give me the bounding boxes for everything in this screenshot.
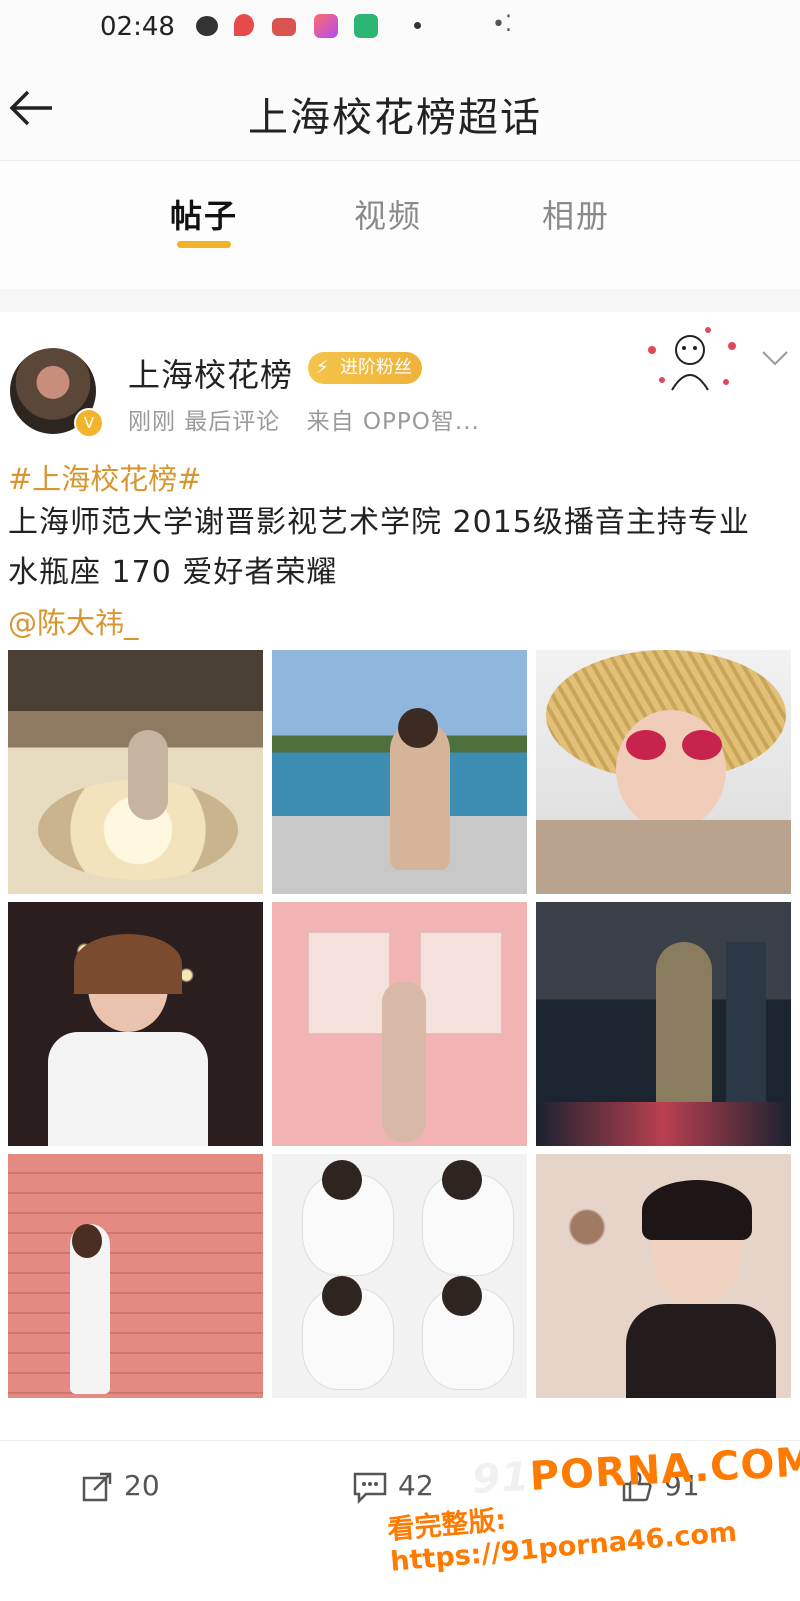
bolt-icon: ⚡ (316, 357, 329, 378)
photo-pink-wall[interactable] (272, 902, 527, 1146)
post-body: 上海师范大学谢晋影视艺术学院 2015级播音主持专业 水瓶座 170 爱好者荣耀 (8, 505, 750, 590)
app-icon (272, 18, 296, 36)
message-app-icon (354, 14, 378, 38)
tab-videos[interactable]: 视频 (354, 191, 422, 237)
tab-active-indicator (177, 241, 231, 248)
comment-icon (353, 1472, 387, 1505)
share-count: 20 (124, 1469, 160, 1502)
comment-button[interactable]: 42 (352, 1469, 434, 1505)
location-icon (234, 14, 254, 36)
page-title: 上海校花榜超话 (248, 95, 542, 141)
post-meta: 刚刚 最后评论 来自 OPPO智... (128, 402, 498, 436)
top-bar: 上海校花榜超话 (0, 55, 800, 160)
post-hashtag[interactable]: #上海校花榜# (8, 456, 202, 498)
status-bar: 02:48 •⁚ (0, 0, 800, 55)
signal-icon: •⁚ (492, 12, 512, 37)
photo-straw-hat[interactable] (536, 650, 791, 894)
fan-level-badge: ⚡ 进阶粉丝 (308, 352, 422, 384)
chevron-down-icon[interactable] (760, 348, 790, 368)
fan-level-label: 进阶粉丝 (340, 357, 412, 378)
cartoon-sticker-icon (648, 327, 736, 391)
photo-portrait-bangs[interactable] (536, 1154, 791, 1398)
photo-city-window[interactable] (536, 902, 791, 1146)
post-card: V 上海校花榜 ⚡ 进阶粉丝 刚刚 最后评论 来自 OPPO智... #上海校花… (0, 312, 800, 1601)
photo-grid (8, 650, 792, 1400)
comment-count: 42 (398, 1469, 434, 1502)
post-time: 刚刚 最后评论 (128, 409, 281, 435)
wechat-icon (196, 16, 218, 36)
tab-bar: 帖子 视频 相册 (0, 160, 800, 289)
status-time: 02:48 (100, 12, 175, 42)
share-icon (82, 1472, 112, 1502)
tab-album[interactable]: 相册 (542, 191, 610, 237)
instagram-icon (314, 14, 338, 38)
notification-dot (414, 22, 421, 29)
photo-drink-lights[interactable] (8, 902, 263, 1146)
tab-posts[interactable]: 帖子 (170, 191, 238, 237)
photo-poolside[interactable] (272, 650, 527, 894)
photo-dog-collage[interactable] (272, 1154, 527, 1398)
post-username[interactable]: 上海校花榜 (128, 350, 293, 396)
post-source: 来自 OPPO智... (306, 409, 480, 435)
photo-red-wall[interactable] (8, 1154, 263, 1398)
post-mention[interactable]: @陈大祎_ (8, 600, 139, 642)
verified-badge-icon: V (74, 408, 104, 438)
share-button[interactable]: 20 (80, 1469, 160, 1504)
photo-ball-pit[interactable] (8, 650, 263, 894)
